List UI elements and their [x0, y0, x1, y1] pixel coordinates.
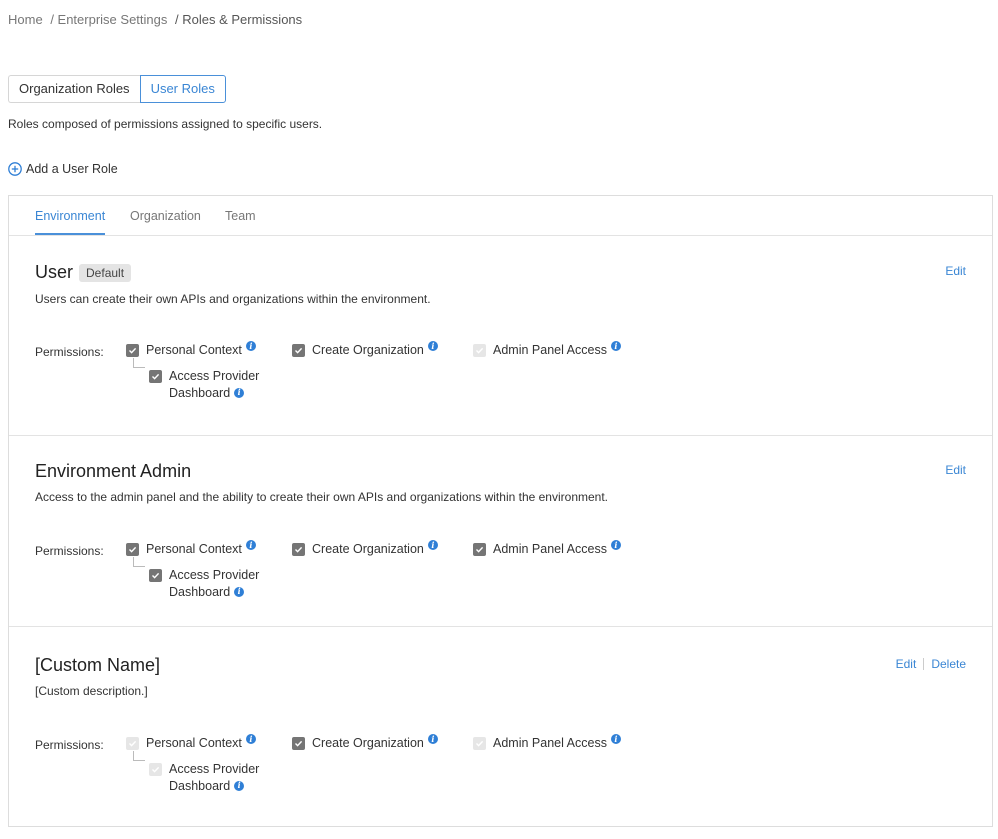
role-description: Access to the admin panel and the abilit… — [35, 490, 608, 504]
scope-tabs: Environment Organization Team — [9, 196, 992, 236]
organization-roles-tab[interactable]: Organization Roles — [8, 75, 140, 103]
permission-access-provider-dashboard[interactable]: Access Provider Dashboard i — [149, 567, 259, 601]
permission-label: Access Provider Dashboard i — [169, 568, 260, 599]
edit-link[interactable]: Edit — [945, 264, 966, 278]
permissions-label: Permissions: — [35, 738, 104, 752]
role-card-environment-admin: Environment Admin Edit Access to the adm… — [9, 436, 992, 627]
permission-admin-panel-access[interactable]: Admin Panel Access i — [473, 734, 621, 752]
tree-connector — [133, 557, 145, 567]
permission-label: Personal Context — [146, 542, 242, 556]
permission-label: Access Provider Dashboard i — [169, 762, 260, 793]
permission-label: Personal Context — [146, 343, 242, 357]
checkbox-checked[interactable] — [149, 569, 162, 582]
permission-admin-panel-access[interactable]: Admin Panel Access i — [473, 540, 621, 558]
role-name: User — [35, 262, 74, 282]
delete-link[interactable]: Delete — [931, 657, 966, 671]
page-subtitle: Roles composed of permissions assigned t… — [8, 117, 323, 131]
action-divider — [923, 658, 925, 670]
permission-label: Access Provider Dashboard i — [169, 369, 260, 400]
tree-connector — [133, 751, 145, 761]
user-roles-tab[interactable]: User Roles — [139, 75, 226, 103]
checkbox-checked[interactable] — [473, 543, 486, 556]
breadcrumb-enterprise-settings[interactable]: / Enterprise Settings — [50, 12, 167, 27]
info-icon[interactable]: i — [427, 341, 438, 351]
checkbox-checked[interactable] — [292, 543, 305, 556]
info-icon[interactable]: i — [245, 341, 256, 351]
info-icon[interactable]: i — [234, 780, 245, 791]
tab-environment[interactable]: Environment — [35, 209, 105, 223]
permissions-label: Permissions: — [35, 544, 104, 558]
info-icon[interactable]: i — [234, 387, 245, 398]
breadcrumb: Home / Enterprise Settings / Roles & Per… — [8, 12, 306, 27]
breadcrumb-home[interactable]: Home — [8, 12, 43, 27]
breadcrumb-roles-permissions: / Roles & Permissions — [175, 12, 303, 27]
checkbox-checked[interactable] — [292, 737, 305, 750]
role-card-custom: [Custom Name] Edit Delete [Custom descri… — [9, 627, 992, 826]
role-name: Environment Admin — [35, 461, 192, 481]
permission-create-organization[interactable]: Create Organization i — [292, 734, 438, 752]
checkbox-disabled — [126, 737, 139, 750]
roles-panel: Environment Organization Team User Defau… — [8, 195, 993, 827]
role-type-toggle: Organization Roles User Roles — [8, 75, 226, 103]
checkbox-disabled — [473, 344, 486, 357]
permission-label: Create Organization — [312, 343, 424, 357]
permission-create-organization[interactable]: Create Organization i — [292, 540, 438, 558]
permission-access-provider-dashboard[interactable]: Access Provider Dashboard i — [149, 368, 259, 402]
info-icon[interactable]: i — [245, 734, 256, 744]
role-card-user: User Default Edit Users can create their… — [9, 236, 992, 436]
permission-label: Personal Context — [146, 736, 242, 750]
permission-label: Create Organization — [312, 542, 424, 556]
permissions-label: Permissions: — [35, 345, 104, 359]
default-badge: Default — [79, 263, 132, 282]
permission-personal-context[interactable]: Personal Context i — [126, 540, 256, 558]
info-icon[interactable]: i — [245, 540, 256, 550]
info-icon[interactable]: i — [234, 586, 245, 597]
edit-link[interactable]: Edit — [945, 463, 966, 477]
info-icon[interactable]: i — [610, 341, 621, 351]
add-user-role-label: Add a User Role — [26, 162, 118, 176]
tab-team[interactable]: Team — [225, 209, 256, 223]
checkbox-disabled — [473, 737, 486, 750]
checkbox-checked[interactable] — [126, 344, 139, 357]
permission-personal-context[interactable]: Personal Context i — [126, 734, 256, 752]
tree-connector — [133, 358, 145, 368]
permission-label: Admin Panel Access — [493, 736, 607, 750]
info-icon[interactable]: i — [610, 540, 621, 550]
info-icon[interactable]: i — [610, 734, 621, 744]
permission-admin-panel-access[interactable]: Admin Panel Access i — [473, 341, 621, 359]
tab-organization[interactable]: Organization — [130, 209, 201, 223]
permission-label: Admin Panel Access — [493, 343, 607, 357]
plus-circle-icon — [8, 162, 22, 176]
checkbox-checked[interactable] — [292, 344, 305, 357]
checkbox-checked[interactable] — [149, 370, 162, 383]
permission-personal-context[interactable]: Personal Context i — [126, 341, 256, 359]
permission-label: Admin Panel Access — [493, 542, 607, 556]
role-name: [Custom Name] — [35, 655, 161, 675]
permission-label: Create Organization — [312, 736, 424, 750]
permission-create-organization[interactable]: Create Organization i — [292, 341, 438, 359]
permission-access-provider-dashboard[interactable]: Access Provider Dashboard i — [149, 761, 259, 795]
role-description: [Custom description.] — [35, 684, 148, 698]
checkbox-checked[interactable] — [126, 543, 139, 556]
active-tab-indicator — [35, 233, 105, 235]
edit-link[interactable]: Edit — [896, 657, 917, 671]
info-icon[interactable]: i — [427, 540, 438, 550]
add-user-role-button[interactable]: Add a User Role — [8, 162, 118, 176]
info-icon[interactable]: i — [427, 734, 438, 744]
role-description: Users can create their own APIs and orga… — [35, 292, 431, 306]
checkbox-disabled — [149, 763, 162, 776]
